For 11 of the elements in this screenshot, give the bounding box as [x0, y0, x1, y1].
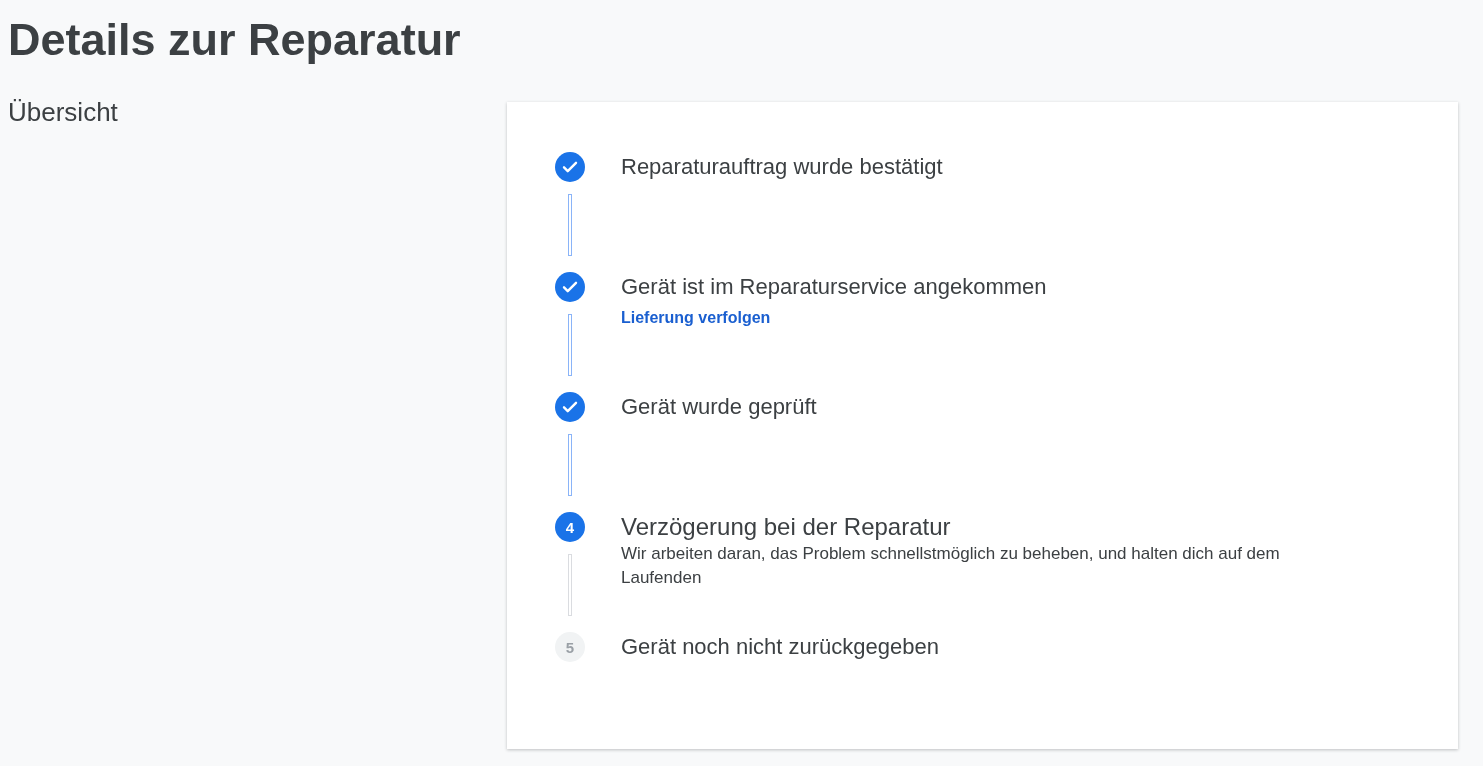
step-title: Reparaturauftrag wurde bestätigt — [621, 153, 944, 181]
step-title: Gerät ist im Reparaturservice angekommen — [621, 273, 1048, 301]
step-number: 5 — [555, 632, 585, 662]
step-number: 4 — [555, 512, 585, 542]
track-delivery-link[interactable]: Lieferung verfolgen — [621, 309, 771, 327]
section-label: Übersicht — [8, 96, 119, 129]
step-title: Gerät noch nicht zurückgegeben — [621, 633, 940, 661]
step-title: Verzögerung bei der Reparatur — [621, 512, 952, 542]
step-title: Gerät wurde geprüft — [621, 393, 818, 421]
step-description: Wir arbeiten daran, das Problem schnellstmöglich zu beheben, und halten dich auf dem Laufenden — [621, 543, 1281, 589]
page-title: Details zur Reparatur — [8, 13, 462, 67]
